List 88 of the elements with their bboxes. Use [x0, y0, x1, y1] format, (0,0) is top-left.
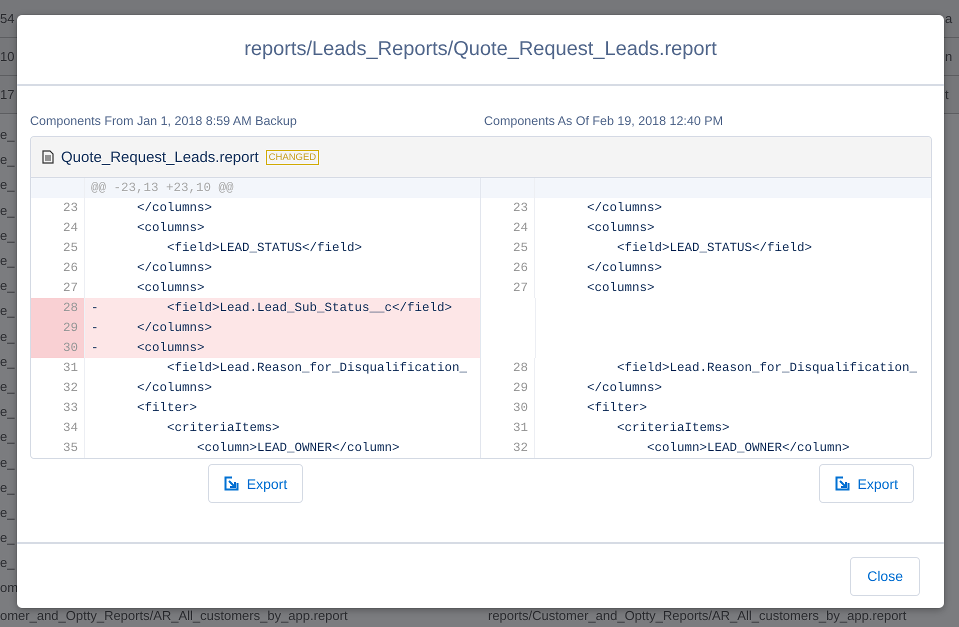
line-number: 31: [512, 421, 528, 435]
line-number: 28: [62, 301, 78, 315]
table-cell: e_: [0, 429, 14, 444]
right-version-label: Components As Of Feb 19, 2018 12:40 PM: [484, 114, 724, 130]
code-line: <criteriaItems>: [616, 420, 730, 437]
table-cell: e_: [0, 555, 14, 570]
status-badge: CHANGED: [266, 150, 320, 164]
table-cell: e_: [0, 378, 14, 394]
line-number: 30: [512, 401, 528, 415]
table-cell: e_: [0, 454, 14, 470]
code-line: </columns>: [586, 380, 662, 397]
removed-marker: -: [91, 301, 99, 315]
table-cell: a: [945, 11, 952, 26]
line-number: 32: [62, 381, 78, 395]
line-number: 28: [512, 361, 528, 375]
code-line: <field>Lead.Reason_for_Disqualification_: [166, 360, 468, 377]
table-cell: e_: [0, 328, 14, 344]
table-cell: e_: [0, 202, 14, 218]
removed-marker: -: [91, 321, 99, 335]
table-cell: e_: [0, 303, 14, 318]
code-line: <columns>: [136, 280, 205, 297]
code-line: <field>Lead.Lead_Sub_Status__c</field>: [166, 300, 452, 317]
table-cell: e_: [0, 228, 14, 243]
table-cell: n: [945, 49, 952, 64]
table-cell: e_: [0, 480, 14, 495]
line-number: 30: [62, 341, 78, 355]
code-line: <columns>: [136, 340, 205, 357]
code-line: </columns>: [586, 200, 662, 217]
line-number: 31: [62, 361, 78, 375]
table-cell: e_: [0, 278, 14, 294]
table-cell: reports/Customer_and_Optty_Reports/AR_All_customers_by_app.report: [488, 608, 906, 623]
line-number: 26: [512, 261, 528, 275]
table-cell: e_: [0, 504, 14, 520]
table-cell: om: [0, 580, 18, 596]
line-number: 25: [62, 241, 78, 255]
code-line: <columns>: [586, 280, 655, 297]
file-name: Quote_Request_Leads.report: [61, 148, 259, 166]
code-line: <field>Lead.Reason_for_Disqualification_: [616, 360, 918, 377]
code-line: </columns>: [136, 380, 212, 397]
code-line: </columns>: [136, 260, 212, 277]
export-icon: [834, 476, 850, 491]
table-cell: e_: [0, 127, 14, 142]
table-cell: e_: [0, 530, 14, 546]
code-line: </columns>: [136, 200, 212, 217]
line-number: 29: [62, 321, 78, 335]
table-cell: e_: [0, 404, 14, 420]
export-button[interactable]: Export: [818, 464, 914, 503]
close-button[interactable]: Close: [850, 556, 920, 596]
line-number: 23: [62, 201, 78, 215]
line-number: 26: [62, 261, 78, 275]
table-cell: 17: [0, 87, 14, 102]
export-icon: [224, 476, 239, 491]
code-line: </columns>: [136, 320, 212, 337]
table-cell: e_: [0, 253, 14, 268]
modal-title: reports/Leads_Reports/Quote_Request_Leads.report: [244, 38, 717, 61]
code-line: <columns>: [136, 220, 205, 237]
table-cell: e_: [0, 354, 14, 369]
table-cell: 10: [0, 49, 14, 64]
left-version-label: Components From Jan 1, 2018 8:59 AM Backup: [30, 114, 298, 130]
line-number: 29: [512, 381, 528, 395]
code-line: <column>LEAD_OWNER</column>: [196, 440, 400, 457]
line-number: 34: [62, 421, 78, 435]
table-cell: 54: [0, 11, 14, 26]
hunk-header: @@ -23,13 +23,10 @@: [90, 180, 235, 197]
code-line: </columns>: [586, 260, 662, 277]
line-number: 25: [512, 241, 528, 255]
line-number: 33: [62, 401, 78, 415]
line-number: 27: [512, 281, 528, 295]
line-number: 24: [512, 221, 528, 235]
code-line: <column>LEAD_OWNER</column>: [646, 440, 850, 457]
table-cell: e_: [0, 177, 14, 192]
table-cell: e_: [0, 152, 14, 168]
table-cell: t: [945, 87, 949, 102]
document-icon: [42, 150, 54, 164]
export-button[interactable]: Export: [208, 464, 304, 503]
code-line: <criteriaItems>: [166, 420, 280, 437]
code-line: <field>LEAD_STATUS</field>: [166, 240, 362, 257]
code-line: <columns>: [586, 220, 655, 237]
table-cell: omer_and_Optty_Reports/AR_All_customers_by_app.report: [0, 608, 348, 623]
code-line: <filter>: [136, 400, 198, 417]
line-number: 24: [62, 221, 78, 235]
code-line: <field>LEAD_STATUS</field>: [616, 240, 812, 257]
removed-marker: -: [91, 341, 99, 355]
code-line: <filter>: [586, 400, 648, 417]
line-number: 32: [512, 441, 528, 455]
line-number: 27: [62, 281, 78, 295]
line-number: 23: [512, 201, 528, 215]
line-number: 35: [62, 441, 78, 455]
